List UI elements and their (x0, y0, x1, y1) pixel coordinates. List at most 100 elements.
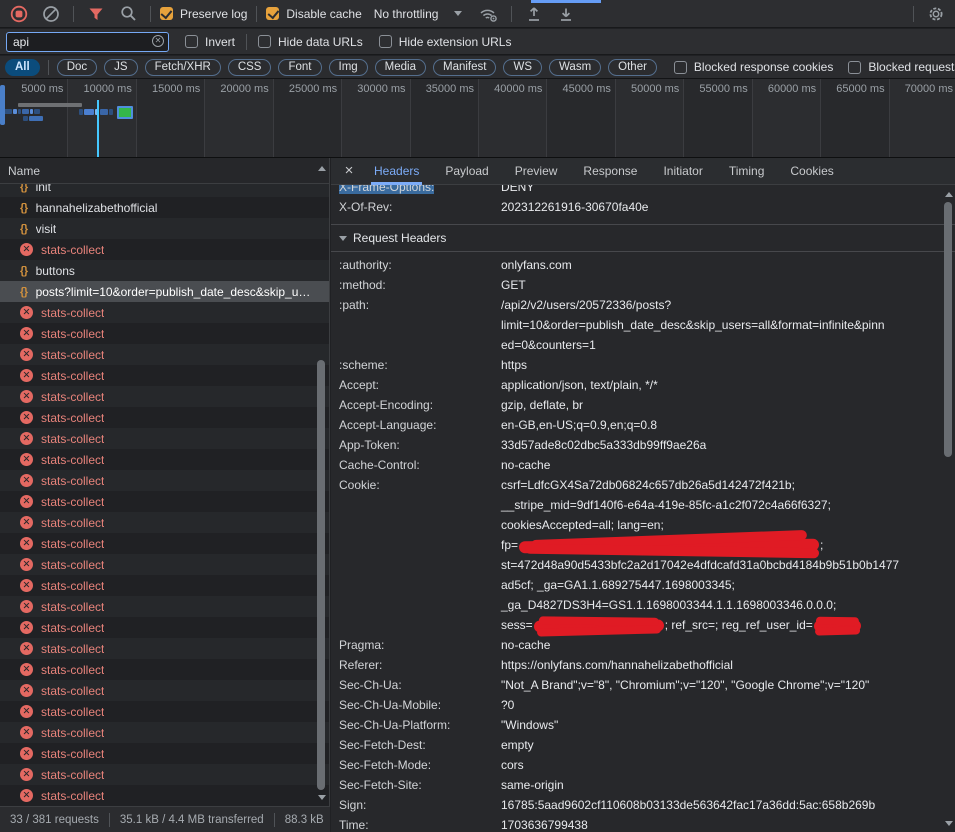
header-row[interactable]: Sec-Fetch-Mode:cors (339, 755, 955, 775)
hide-extension-urls-checkbox-box[interactable] (379, 35, 392, 48)
scrollbar-thumb[interactable] (317, 360, 325, 790)
filter-pill-wasm[interactable]: Wasm (549, 59, 601, 76)
request-row[interactable]: ✕stats-collect (0, 470, 329, 491)
header-row[interactable]: :path:/api2/v2/users/20572336/posts?limi… (339, 295, 955, 355)
scroll-up-icon[interactable] (318, 166, 326, 171)
request-row[interactable]: ✕stats-collect (0, 407, 329, 428)
record-button[interactable] (6, 2, 32, 26)
disable-cache-checkbox-box[interactable] (266, 7, 279, 20)
requests-scrollbar[interactable] (315, 162, 328, 804)
clear-filter-icon[interactable]: ✕ (152, 35, 164, 47)
request-row[interactable]: ✕stats-collect (0, 785, 329, 806)
header-row[interactable]: Sec-Ch-Ua-Mobile:?0 (339, 695, 955, 715)
request-row[interactable]: ✕stats-collect (0, 554, 329, 575)
timeline-range-handle[interactable] (0, 85, 5, 125)
request-row[interactable]: ✕stats-collect (0, 512, 329, 533)
filter-pill-doc[interactable]: Doc (57, 59, 97, 76)
tab-cookies[interactable]: Cookies (777, 158, 846, 185)
request-row[interactable]: ✕stats-collect (0, 449, 329, 470)
request-row[interactable]: ✕stats-collect (0, 743, 329, 764)
header-row[interactable]: X-Of-Rev:202312261916-30670fa40e (339, 197, 955, 217)
scroll-up-icon[interactable] (945, 192, 953, 197)
filter-input[interactable]: ✕ (6, 32, 169, 52)
network-conditions-button[interactable] (476, 2, 502, 26)
header-row[interactable]: :method:GET (339, 275, 955, 295)
blocked-response-cookies-checkbox[interactable]: Blocked response cookies (674, 60, 833, 74)
tab-initiator[interactable]: Initiator (650, 158, 715, 185)
filter-pill-font[interactable]: Font (278, 59, 321, 76)
request-row[interactable]: ✕stats-collect (0, 533, 329, 554)
header-row[interactable]: Sign:16785:5aad9602cf110608b03133de56364… (339, 795, 955, 815)
request-row[interactable]: ✕stats-collect (0, 302, 329, 323)
requests-list[interactable]: {}init{}hannahelizabethofficial{}visit✕s… (0, 184, 329, 806)
tab-headers[interactable]: Headers (361, 158, 432, 185)
filter-pill-media[interactable]: Media (375, 59, 426, 76)
header-row[interactable]: Pragma:no-cache (339, 635, 955, 655)
blocked-requests-checkbox-box[interactable] (848, 61, 861, 74)
throttling-dropdown[interactable]: No throttling (374, 7, 463, 21)
request-row[interactable]: {}visit (0, 218, 329, 239)
clear-button[interactable] (38, 2, 64, 26)
import-har-button[interactable] (521, 2, 547, 26)
filter-pill-ws[interactable]: WS (503, 59, 542, 76)
preserve-log-checkbox[interactable]: Preserve log (160, 7, 247, 21)
hide-extension-urls-checkbox[interactable]: Hide extension URLs (379, 35, 512, 49)
request-row[interactable]: ✕stats-collect (0, 575, 329, 596)
request-headers-section-header[interactable]: Request Headers (331, 224, 955, 252)
header-row[interactable]: Sec-Fetch-Dest:empty (339, 735, 955, 755)
request-row[interactable]: ✕stats-collect (0, 722, 329, 743)
request-row[interactable]: ✕stats-collect (0, 344, 329, 365)
header-row[interactable]: :scheme:https (339, 355, 955, 375)
request-row[interactable]: ✕stats-collect (0, 617, 329, 638)
hide-data-urls-checkbox[interactable]: Hide data URLs (258, 35, 363, 49)
scroll-down-icon[interactable] (318, 795, 326, 800)
request-row[interactable]: ✕stats-collect (0, 386, 329, 407)
blocked-response-cookies-checkbox-box[interactable] (674, 61, 687, 74)
header-row[interactable]: Referer:https://onlyfans.com/hannaheliza… (339, 655, 955, 675)
filter-pill-css[interactable]: CSS (228, 59, 272, 76)
invert-checkbox-box[interactable] (185, 35, 198, 48)
filter-pill-manifest[interactable]: Manifest (433, 59, 496, 76)
request-row[interactable]: ✕stats-collect (0, 638, 329, 659)
request-row[interactable]: ✕stats-collect (0, 323, 329, 344)
request-row[interactable]: {}buttons (0, 260, 329, 281)
header-row[interactable]: Time:1703636799438 (339, 815, 955, 832)
header-row[interactable]: Sec-Ch-Ua-Platform:"Windows" (339, 715, 955, 735)
header-row[interactable]: Sec-Ch-Ua:"Not_A Brand";v="8", "Chromium… (339, 675, 955, 695)
details-scrollbar[interactable] (942, 188, 955, 830)
export-har-button[interactable] (553, 2, 579, 26)
header-row[interactable]: Accept-Encoding:gzip, deflate, br (339, 395, 955, 415)
request-row[interactable]: {}hannahelizabethofficial (0, 197, 329, 218)
filter-pill-js[interactable]: JS (104, 59, 137, 76)
tab-response[interactable]: Response (570, 158, 650, 185)
request-row[interactable]: ✕stats-collect (0, 239, 329, 260)
tab-preview[interactable]: Preview (502, 158, 571, 185)
invert-checkbox[interactable]: Invert (185, 35, 235, 49)
tab-payload[interactable]: Payload (432, 158, 501, 185)
header-row[interactable]: Accept:application/json, text/plain, */* (339, 375, 955, 395)
header-row[interactable]: Sec-Fetch-Site:same-origin (339, 775, 955, 795)
request-row[interactable]: ✕stats-collect (0, 701, 329, 722)
header-row[interactable]: X-Frame-Options:DENY (339, 185, 955, 197)
request-row[interactable]: ✕stats-collect (0, 428, 329, 449)
request-row[interactable]: ✕stats-collect (0, 596, 329, 617)
request-row[interactable]: {}init (0, 184, 329, 197)
overview-timeline[interactable]: 5000 ms10000 ms15000 ms20000 ms25000 ms3… (0, 79, 955, 158)
filter-button[interactable] (83, 2, 109, 26)
filter-pill-img[interactable]: Img (329, 59, 368, 76)
hide-data-urls-checkbox-box[interactable] (258, 35, 271, 48)
header-row[interactable]: App-Token:33d57ade8c02dbc5a333db99ff9ae2… (339, 435, 955, 455)
preserve-log-checkbox-box[interactable] (160, 7, 173, 20)
search-button[interactable] (115, 2, 141, 26)
filter-pill-all[interactable]: All (5, 59, 40, 76)
close-details-button[interactable]: × (337, 159, 361, 183)
request-row[interactable]: ✕stats-collect (0, 365, 329, 386)
header-row[interactable]: :authority:onlyfans.com (339, 255, 955, 275)
disable-cache-checkbox[interactable]: Disable cache (266, 7, 361, 21)
filter-text-field[interactable] (13, 35, 133, 49)
request-row[interactable]: ✕stats-collect (0, 680, 329, 701)
request-row[interactable]: ✕stats-collect (0, 491, 329, 512)
settings-button[interactable] (923, 2, 949, 26)
request-row[interactable]: {}posts?limit=10&order=publish_date_desc… (0, 281, 329, 302)
header-row[interactable]: Cookie:csrf=LdfcGX4Sa72db06824c657db26a5… (339, 475, 955, 635)
